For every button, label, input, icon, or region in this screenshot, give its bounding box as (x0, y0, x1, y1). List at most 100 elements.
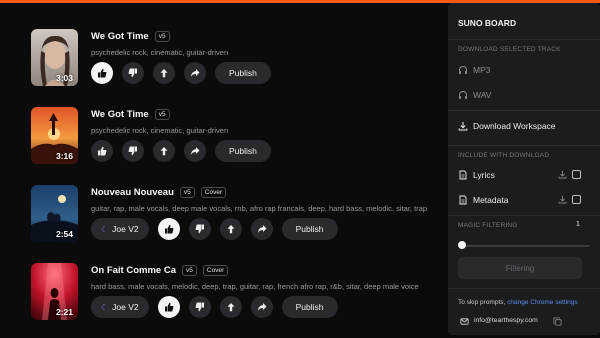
mp3-button[interactable]: MP3 (458, 64, 590, 78)
thumbs-up-icon (164, 224, 174, 234)
divider (448, 145, 600, 146)
arrow-up-icon (227, 225, 235, 234)
model-selector[interactable]: ☾ Joe V2 (91, 218, 149, 240)
publish-button[interactable]: Publish (281, 296, 338, 318)
track-duration: 3:16 (55, 151, 73, 161)
track-cover-art[interactable]: 3:03 (31, 29, 78, 86)
download-workspace-label: Download Workspace (473, 121, 556, 131)
track-cover-art[interactable]: 3:16 (31, 107, 78, 164)
divider (448, 39, 600, 40)
track-cover-art[interactable]: 2:54 (31, 185, 78, 242)
cover-badge: Cover (202, 264, 229, 276)
headphones-icon (459, 65, 467, 74)
upload-button[interactable] (153, 140, 175, 162)
track-tags: guitar, rap, male vocals, deep male voca… (91, 204, 428, 213)
metadata-checkbox[interactable] (572, 195, 581, 204)
like-button[interactable] (91, 140, 113, 162)
model-selector[interactable]: ☾ Joe V2 (91, 296, 149, 318)
include-section-label: INCLUDE WITH DOWNLOAD (458, 152, 550, 159)
download-section-label: DOWNLOAD SELECTED TRACK (458, 46, 561, 53)
track-duration: 3:03 (55, 73, 73, 83)
share-icon (190, 147, 200, 155)
magic-filtering-value: 1 (576, 221, 580, 228)
version-badge: v5 (154, 30, 170, 42)
wav-label: WAV (473, 90, 492, 100)
divider (448, 288, 600, 289)
arrow-up-icon (160, 147, 168, 156)
dislike-button[interactable] (188, 218, 211, 240)
download-icon[interactable] (558, 170, 567, 179)
publish-button[interactable]: Publish (281, 218, 338, 240)
track-cover-art[interactable]: 2:21 (31, 263, 78, 320)
share-button[interactable] (184, 62, 206, 84)
moon-icon: ☾ (101, 302, 109, 312)
like-button[interactable] (157, 218, 180, 240)
skip-note-text: To skip prompts, (458, 299, 508, 306)
thumbs-up-icon (98, 68, 107, 78)
chrome-settings-link[interactable]: change Chrome settings (507, 299, 577, 306)
arrow-up-icon (227, 303, 235, 312)
like-button[interactable] (157, 296, 180, 318)
magic-filtering-label: MAGIC FILTERING (458, 222, 518, 229)
headphones-icon (459, 90, 467, 99)
metadata-label: Metadata (473, 195, 509, 205)
thumbs-down-icon (128, 68, 137, 78)
track-title[interactable]: We Got Time (91, 109, 149, 120)
track-tags: psychedelic rock, cinematic, guitar-driv… (91, 48, 229, 57)
divider (448, 215, 600, 216)
version-badge: v5 (179, 186, 195, 198)
thumbs-down-icon (195, 224, 204, 234)
metadata-option[interactable]: Metadata (458, 194, 590, 208)
track-title[interactable]: Nouveau Nouveau (91, 187, 174, 198)
track-title[interactable]: We Got Time (91, 31, 149, 42)
upload-button[interactable] (219, 296, 242, 318)
download-icon (458, 122, 468, 131)
version-badge: v5 (154, 108, 170, 120)
copy-icon[interactable] (553, 317, 562, 326)
share-icon (257, 225, 267, 233)
track-title[interactable]: On Fait Comme Ca (91, 265, 176, 276)
skip-prompts-note: To skip prompts, change Chrome settings (458, 299, 578, 306)
share-button[interactable] (184, 140, 206, 162)
contact-email[interactable]: info@tearthespy.com (474, 317, 538, 324)
upload-button[interactable] (153, 62, 175, 84)
document-icon (459, 170, 467, 180)
publish-button[interactable]: Publish (215, 62, 271, 84)
dislike-button[interactable] (122, 140, 144, 162)
publish-button[interactable]: Publish (215, 140, 271, 162)
track-item[interactable]: 2:54 Nouveau Nouveau v5 Cover guitar, ra… (0, 185, 448, 259)
share-button[interactable] (250, 218, 273, 240)
dislike-button[interactable] (122, 62, 144, 84)
mail-icon (460, 318, 469, 325)
lyrics-label: Lyrics (473, 170, 495, 180)
thumbs-up-icon (98, 146, 107, 156)
thumbs-down-icon (128, 146, 137, 156)
download-workspace-button[interactable]: Download Workspace (458, 120, 590, 134)
track-duration: 2:54 (55, 229, 73, 239)
lyrics-checkbox[interactable] (572, 170, 581, 179)
download-icon[interactable] (558, 195, 567, 204)
thumbs-up-icon (164, 302, 174, 312)
filtering-button[interactable]: Filtering (458, 257, 582, 279)
slider-handle[interactable] (458, 241, 466, 249)
track-item[interactable]: 2:21 On Fait Comme Ca v5 Cover hard bass… (0, 263, 448, 337)
magic-filtering-slider[interactable] (460, 245, 590, 247)
track-duration: 2:21 (55, 307, 73, 317)
model-label: Joe V2 (112, 224, 139, 234)
share-icon (257, 303, 267, 311)
model-label: Joe V2 (112, 302, 139, 312)
track-tags: psychedelic rock, cinematic, guitar-driv… (91, 126, 229, 135)
lyrics-option[interactable]: Lyrics (458, 169, 590, 183)
dislike-button[interactable] (188, 296, 211, 318)
mp3-label: MP3 (473, 65, 491, 75)
track-item[interactable]: 3:03 We Got Time v5 psychedelic rock, ci… (0, 29, 448, 103)
like-button[interactable] (91, 62, 113, 84)
share-button[interactable] (250, 296, 273, 318)
wav-button[interactable]: WAV (458, 89, 590, 103)
version-badge: v5 (182, 264, 197, 276)
arrow-up-icon (160, 69, 168, 78)
divider (448, 110, 600, 111)
track-item[interactable]: 3:16 We Got Time v5 psychedelic rock, ci… (0, 107, 448, 181)
upload-button[interactable] (219, 218, 242, 240)
cover-badge: Cover (200, 186, 227, 198)
